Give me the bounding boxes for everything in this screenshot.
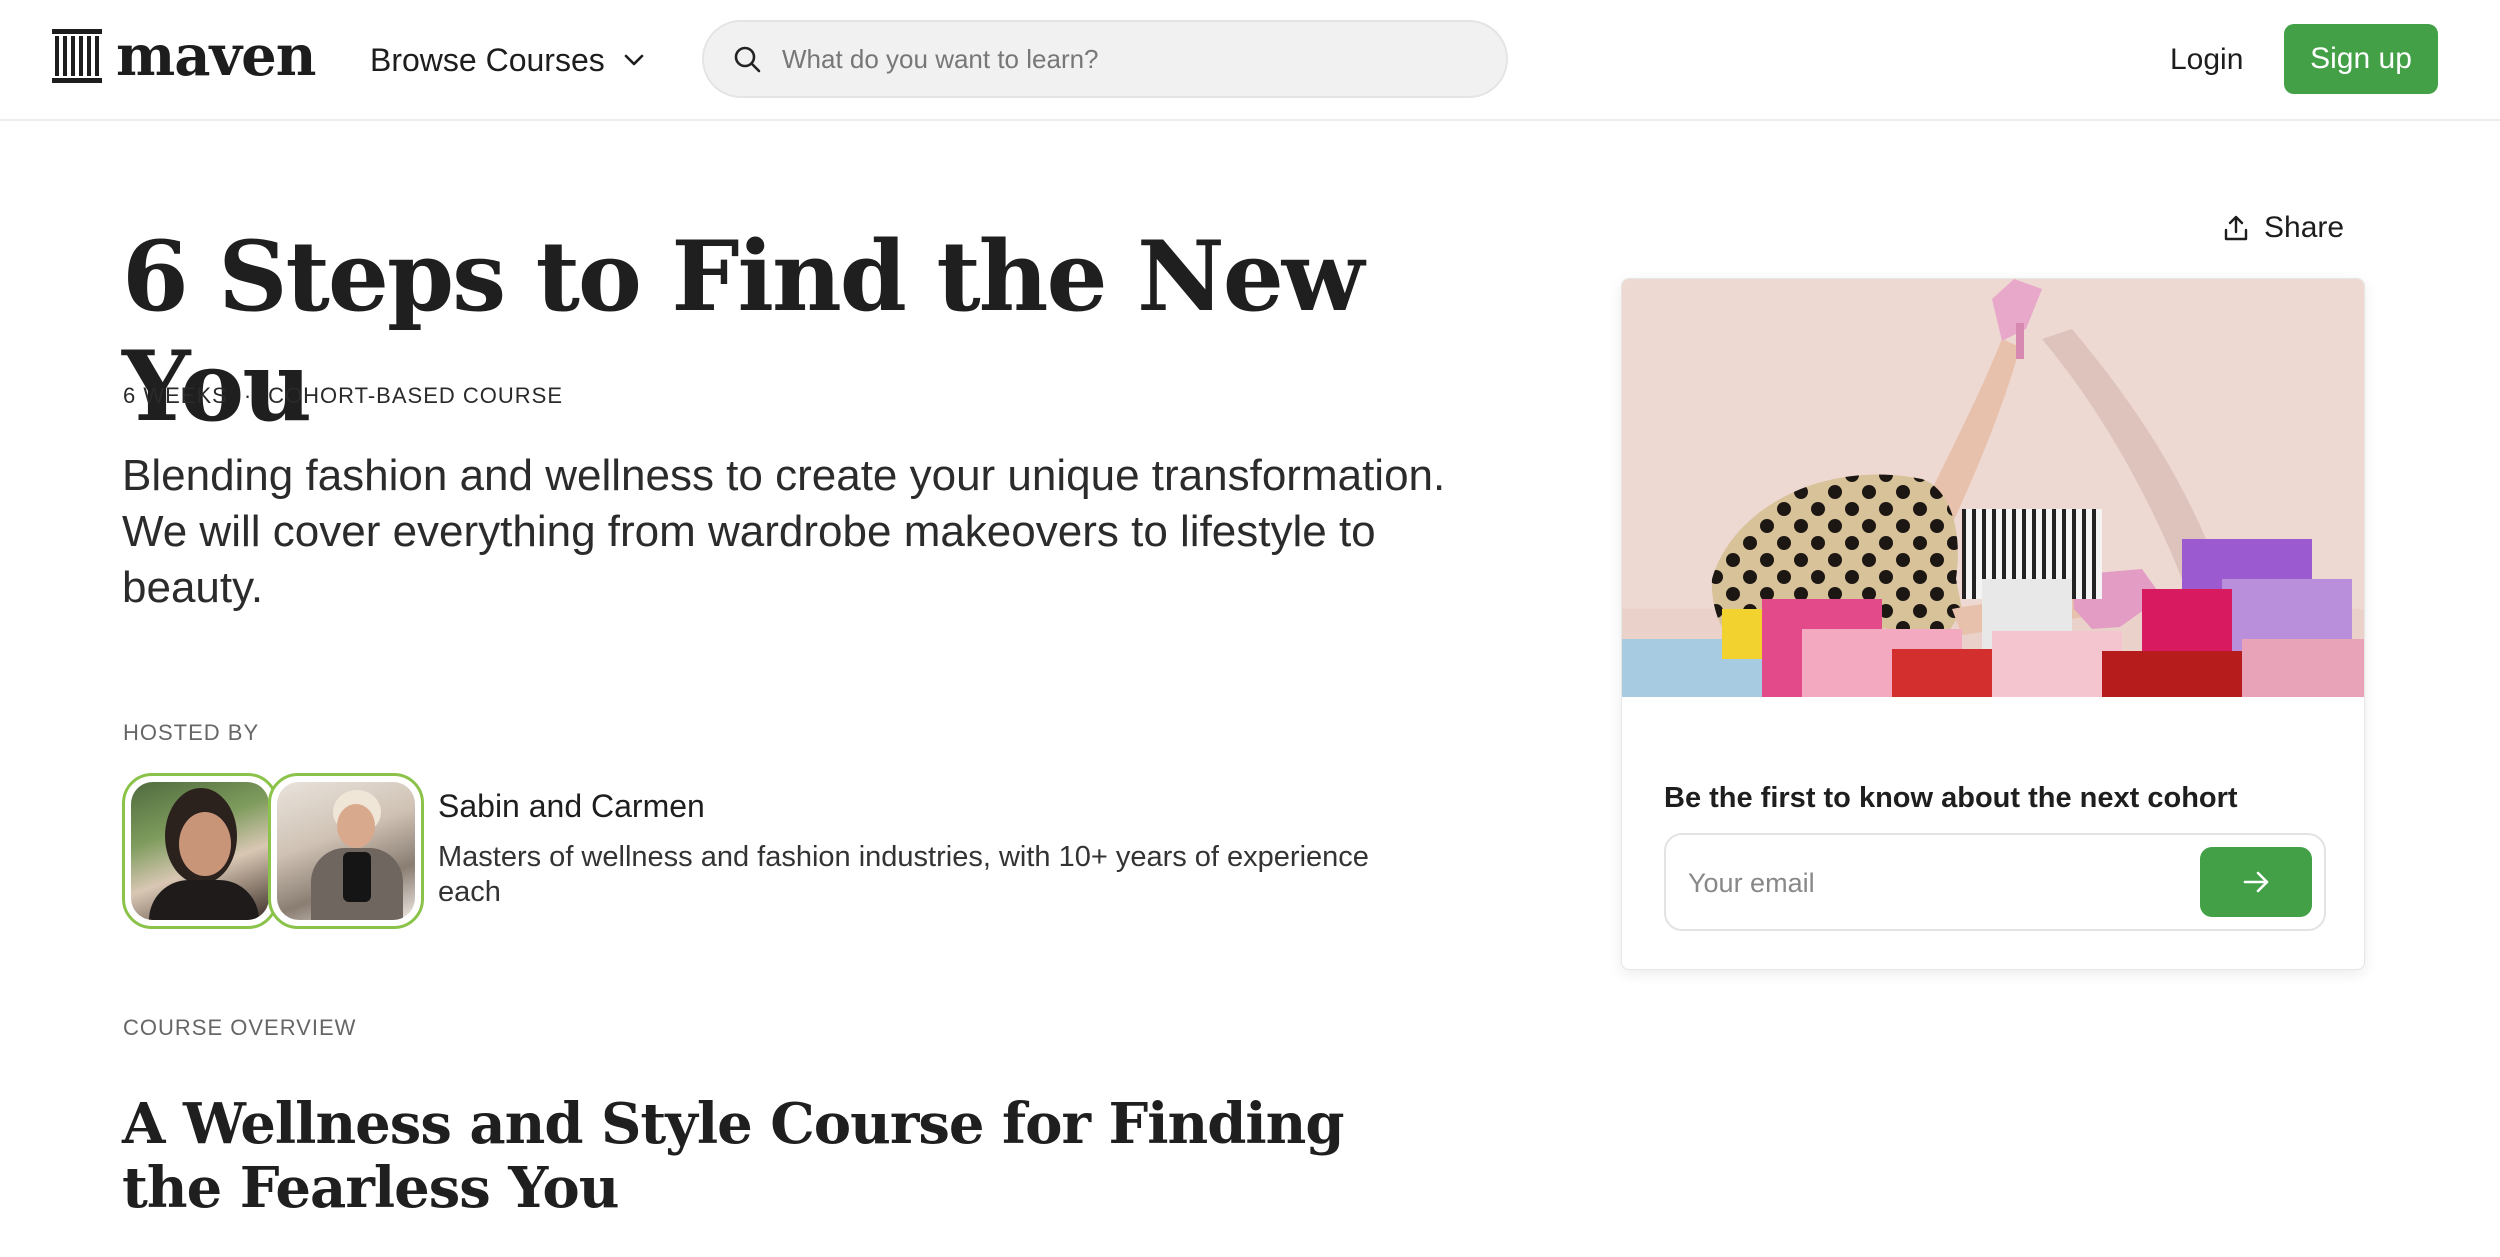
chevron-down-icon [624,54,644,66]
search-input[interactable] [782,43,1462,75]
course-format: COHORT-BASED COURSE [268,383,563,408]
share-button[interactable]: Share [2222,204,2344,252]
share-label: Share [2264,211,2345,244]
course-meta: 6 WEEKS · COHORT-BASED COURSE [123,383,563,409]
course-tagline: Blending fashion and wellness to create … [122,451,1446,612]
avatar-photo [277,782,415,920]
host-description: Masters of wellness and fashion industri… [438,841,1369,908]
avatar-host-sabin[interactable] [122,773,278,929]
hosted-by-label: HOSTED BY [123,720,260,745]
course-duration: 6 WEEKS [123,383,228,408]
host-avatars [122,773,424,929]
avatar-photo [131,782,269,920]
cohort-notify-heading: Be the first to know about the next coho… [1664,782,2238,814]
search-bar[interactable] [702,20,1508,98]
top-nav: maven Browse Courses Login Sign up [0,0,2500,121]
login-link[interactable]: Login [2170,34,2243,86]
email-input[interactable] [1688,861,2188,905]
course-cover-image [1622,279,2364,697]
browse-courses-menu[interactable]: Browse Courses [370,34,647,86]
course-title: 6 Steps to Find the New You [122,220,1364,444]
host-names: Sabin and Carmen [438,788,705,824]
arrow-right-icon [2243,871,2269,893]
overview-title: A Wellness and Style Course for Finding … [122,1091,1345,1221]
share-icon [2224,215,2248,241]
cohort-signup-card: Be the first to know about the next coho… [1621,278,2365,970]
meta-separator: · [243,383,253,408]
email-form [1664,833,2326,931]
browse-courses-label: Browse Courses [370,41,605,78]
maven-logo[interactable]: maven [52,23,316,89]
avatar-host-carmen[interactable] [268,773,424,929]
maven-logo-icon [52,29,102,83]
search-icon [734,46,761,73]
course-overview-label: COURSE OVERVIEW [123,1015,357,1040]
logo-wordmark: maven [116,23,316,89]
email-submit-button[interactable] [2200,847,2312,917]
signup-button[interactable]: Sign up [2284,24,2438,94]
